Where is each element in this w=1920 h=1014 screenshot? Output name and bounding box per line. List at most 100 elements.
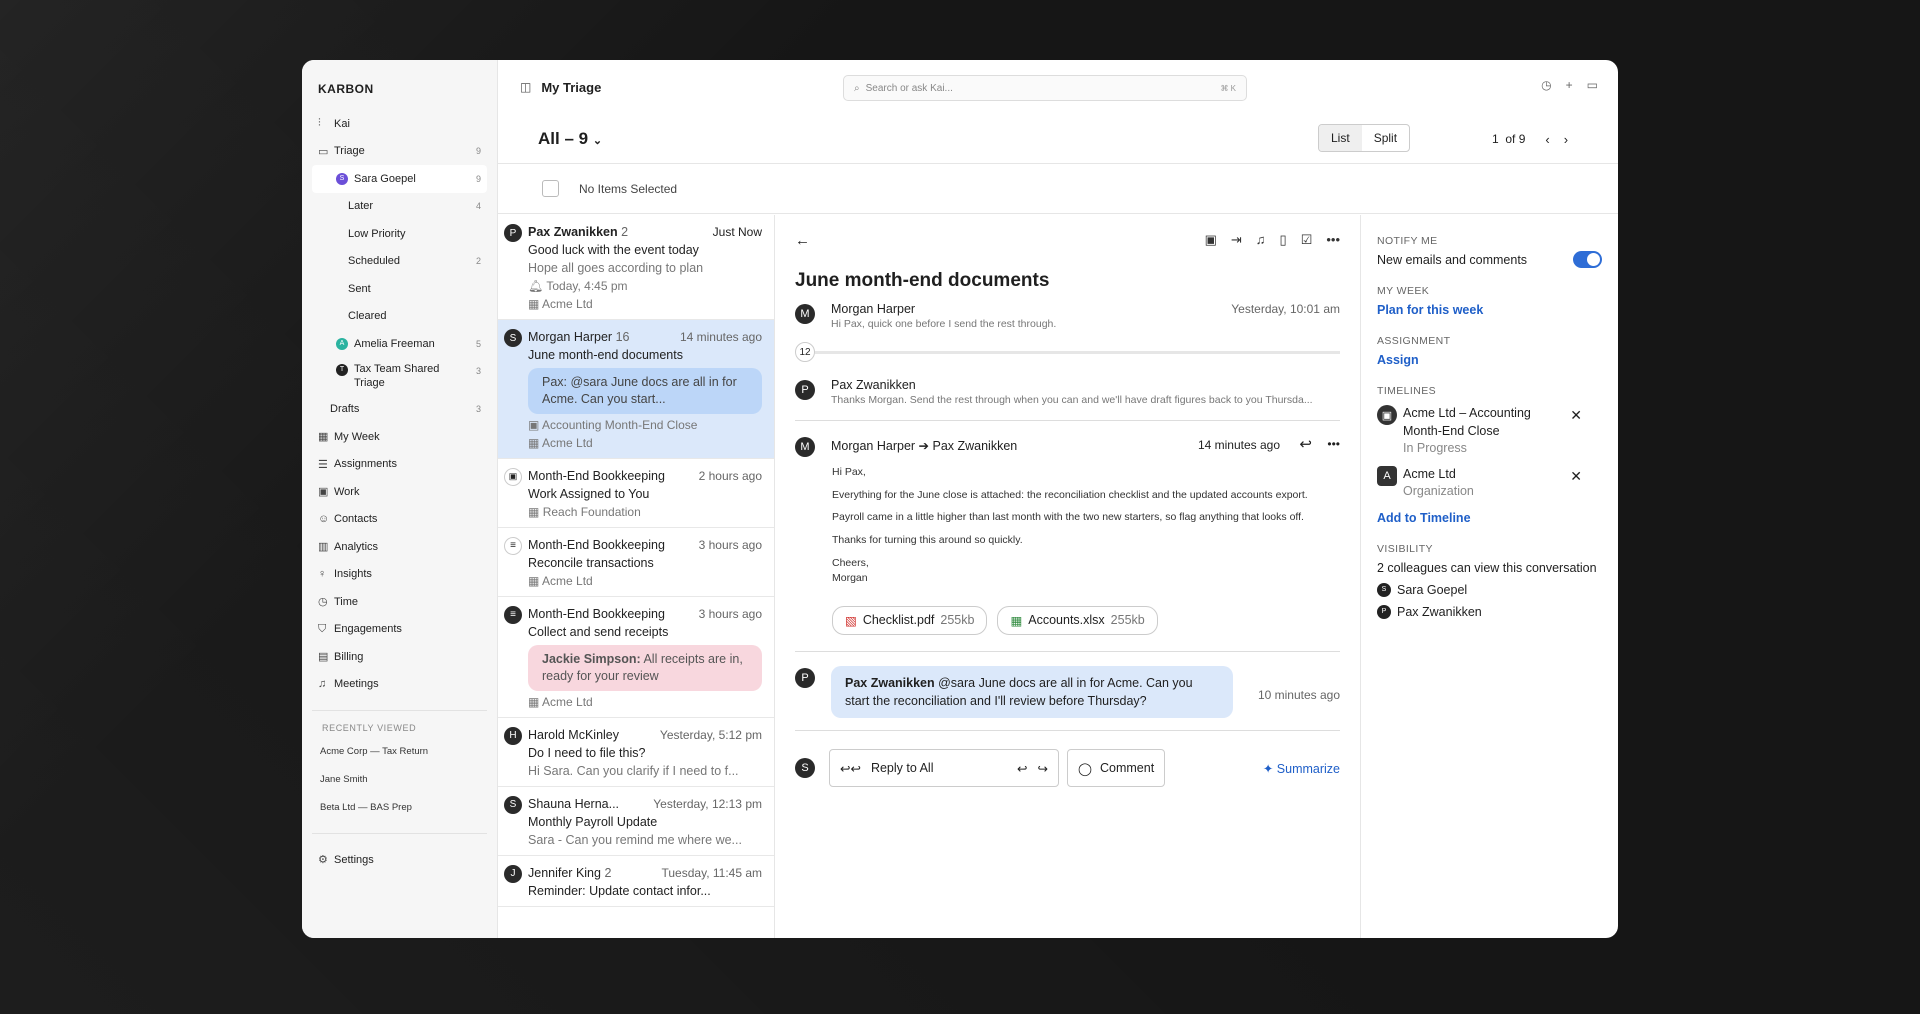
plan-week-link[interactable]: Plan for this week xyxy=(1377,303,1602,317)
list-item[interactable]: S Shauna Herna... Yesterday, 12:13 pm Mon… xyxy=(498,787,774,856)
topbar: ◫ My Triage ⌕ Search or ask Kai... ⌘ K ◷… xyxy=(498,60,1618,114)
close-icon[interactable]: ✕ xyxy=(1570,407,1582,424)
sidebar-item-work[interactable]: ▣ Work xyxy=(312,478,487,506)
org-avatar: A xyxy=(1377,465,1397,486)
email-message[interactable]: M Morgan Harper Hi Pax, quick one before … xyxy=(795,302,1340,330)
sidebar-item-tax-team[interactable]: T Tax Team Shared Triage 3 xyxy=(312,358,487,396)
sidebar-item-contacts[interactable]: ☺ Contacts xyxy=(312,506,487,534)
back-arrow-icon[interactable]: ← xyxy=(795,232,810,249)
timeline-item[interactable]: A Acme Ltd Organization ✕ xyxy=(1377,465,1602,501)
chevron-down-icon: ⌄ xyxy=(592,134,603,147)
sidebar-item-insights[interactable]: ♀ Insights xyxy=(312,561,487,589)
add-icon[interactable]: + xyxy=(1566,78,1573,92)
lightbulb-icon: ♀ xyxy=(318,568,327,581)
gear-icon: ⚙ xyxy=(318,854,328,867)
sidebar-item-cleared[interactable]: Cleared xyxy=(312,303,487,331)
building-icon: ▦ xyxy=(528,297,540,311)
filter-dropdown[interactable]: All – 9 ⌄ xyxy=(538,129,602,149)
assign-link[interactable]: Assign xyxy=(1377,353,1602,367)
attachment-pdf[interactable]: ▧ Checklist.pdf 255kb xyxy=(832,605,988,635)
briefcase-icon: ▣ xyxy=(504,467,522,486)
briefcase-icon[interactable]: ▣ xyxy=(1205,232,1217,248)
sidebar-item-assignments[interactable]: ☰ Assignments xyxy=(312,451,487,479)
notify-toggle[interactable] xyxy=(1573,251,1602,268)
viewer: S Sara Goepel xyxy=(1377,582,1602,597)
view-toggle: List Split xyxy=(1318,124,1411,152)
view-split-button[interactable]: Split xyxy=(1362,125,1409,151)
task-check-icon[interactable]: ☑ xyxy=(1301,232,1313,248)
building-icon: ▦ xyxy=(528,435,540,450)
sidebar-item-triage[interactable]: ▭ Triage 9 xyxy=(312,138,487,166)
sidebar-item-kai[interactable]: ⫶ Kai xyxy=(312,110,487,138)
sidebar-item-scheduled[interactable]: Scheduled 2 xyxy=(312,248,487,276)
sidebar-item-amelia-freeman[interactable]: A Amelia Freeman 5 xyxy=(312,330,487,358)
collapsed-messages[interactable]: 12 xyxy=(795,342,1340,362)
chevron-right-icon[interactable]: › xyxy=(1564,132,1568,147)
bookmark-icon[interactable]: ▯ xyxy=(1280,232,1287,248)
reply-icon[interactable]: ↩ xyxy=(1299,435,1312,453)
recent-item[interactable]: Jane Smith xyxy=(302,765,497,793)
sidebar-item-meetings[interactable]: ♫ Meetings xyxy=(312,671,487,699)
avatar: S xyxy=(795,758,815,779)
sidebar-nav: ⫶ Kai ▭ Triage 9 S Sara Goepel 9 Later 4 Low P… xyxy=(302,110,497,698)
avatar: J xyxy=(504,864,522,883)
reply-icon[interactable]: ↩ xyxy=(1017,761,1027,776)
selection-bar: No Items Selected xyxy=(498,164,1618,214)
avatar: M xyxy=(795,304,815,324)
bar-chart-icon: ▥ xyxy=(318,541,329,554)
list-item[interactable]: J Jennifer King 2 Tuesday, 11:45 am Remin… xyxy=(498,856,774,907)
view-list-button[interactable]: List xyxy=(1319,125,1362,151)
list-item[interactable]: H Harold McKinley Yesterday, 5:12 pm Do I… xyxy=(498,718,774,787)
list-item[interactable]: P Pax Zwanikken 2 Just Now Good luck with… xyxy=(498,215,774,320)
sidebar-item-billing[interactable]: ▤ Billing xyxy=(312,643,487,671)
sidebar-item-drafts[interactable]: Drafts 3 xyxy=(312,396,487,424)
sparkle-icon: ✦ xyxy=(1262,761,1274,776)
timeline-item[interactable]: ▣ Acme Ltd – Accounting Month-End Close I… xyxy=(1377,405,1602,458)
select-all-checkbox[interactable] xyxy=(542,180,559,197)
move-icon[interactable]: ⇥ xyxy=(1231,232,1242,248)
chevron-left-icon[interactable]: ‹ xyxy=(1545,132,1549,147)
sidebar-item-low-priority[interactable]: Low Priority xyxy=(312,220,487,248)
more-icon[interactable]: ••• xyxy=(1326,232,1340,248)
comment-button[interactable]: ◯ Comment xyxy=(1067,749,1166,788)
sidebar-item-engagements[interactable]: ⛉ Engagements xyxy=(312,616,487,644)
avatar: P xyxy=(1377,604,1391,619)
inbox-icon[interactable]: ▭ xyxy=(1587,78,1598,92)
sidebar-item-time[interactable]: ◷ Time xyxy=(312,588,487,616)
more-icon[interactable]: ••• xyxy=(1327,437,1340,451)
search-input[interactable]: ⌕ Search or ask Kai... ⌘ K xyxy=(843,75,1247,101)
sidebar-item-settings[interactable]: ⚙ Settings xyxy=(312,846,487,874)
sidebar-toggle-icon[interactable]: ◫ xyxy=(520,80,531,94)
sidebar: KARBON ⫶ Kai ▭ Triage 9 S Sara Goepel 9 Later… xyxy=(302,60,498,938)
list-item[interactable]: ≡ Month-End Bookkeeping 3 hours ago Colle… xyxy=(498,597,774,718)
conversation-detail: ← ▣ ⇥ ♫ ▯ ☑ ••• June month-end documents… xyxy=(775,215,1361,938)
close-icon[interactable]: ✕ xyxy=(1570,468,1582,485)
comment-preview: Jackie Simpson: All receipts are in, rea… xyxy=(528,644,762,691)
recent-item[interactable]: Acme Corp — Tax Return xyxy=(302,737,497,765)
timer-icon[interactable]: ◷ xyxy=(1541,78,1551,92)
list-item[interactable]: S Morgan Harper 16 14 minutes ago June mo… xyxy=(498,320,774,459)
email-message[interactable]: P Pax Zwanikken Thanks Morgan. Send the r… xyxy=(795,378,1340,406)
calendar-icon: ▦ xyxy=(318,431,329,444)
list-item[interactable]: ≡ Month-End Bookkeeping 3 hours ago Recon… xyxy=(498,528,774,597)
attachment-xlsx[interactable]: ▦ Accounts.xlsx 255kb xyxy=(997,605,1158,635)
sidebar-item-sara-goepel[interactable]: S Sara Goepel 9 xyxy=(312,165,487,193)
list-item[interactable]: ▣ Month-End Bookkeeping 2 hours ago Work … xyxy=(498,459,774,528)
forward-icon[interactable]: ↪ xyxy=(1038,761,1048,776)
handshake-icon: ⛉ xyxy=(318,622,327,635)
sidebar-item-later[interactable]: Later 4 xyxy=(312,193,487,221)
add-timeline-link[interactable]: Add to Timeline xyxy=(1377,511,1602,525)
recent-item[interactable]: Beta Ltd — BAS Prep xyxy=(302,793,497,821)
comment-preview: Pax: @sara June docs are all in for Acme… xyxy=(528,368,762,414)
sidebar-item-analytics[interactable]: ▥ Analytics xyxy=(312,533,487,561)
conversation-title: June month-end documents xyxy=(795,270,1050,291)
details-panel: NOTIFY ME New emails and comments MY WEE… xyxy=(1361,215,1618,938)
speech-bubble-icon: ◯ xyxy=(1078,761,1092,776)
sidebar-item-my-week[interactable]: ▦ My Week xyxy=(312,423,487,451)
summarize-button[interactable]: ✦ Summarize xyxy=(1263,761,1340,776)
shortcut-hint: ⌘ K xyxy=(1220,83,1236,93)
selection-status: No Items Selected xyxy=(579,181,678,196)
reply-all-button[interactable]: ↩↩ Reply to All ↩ ↪ xyxy=(829,749,1059,788)
bell-icon[interactable]: ♫ xyxy=(1256,232,1266,248)
sidebar-item-sent[interactable]: Sent xyxy=(312,275,487,303)
